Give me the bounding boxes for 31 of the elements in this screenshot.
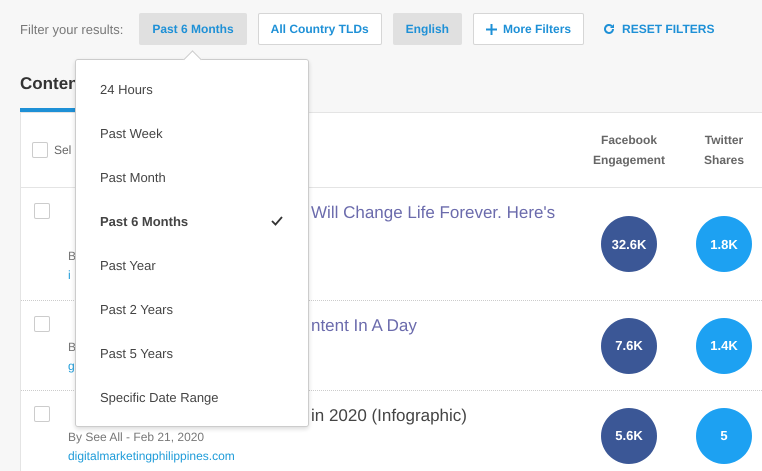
facebook-engagement-badge: 5.6K bbox=[601, 408, 657, 464]
menu-item[interactable]: Past 2 Years bbox=[76, 287, 308, 331]
menu-item[interactable]: Past Month bbox=[76, 155, 308, 199]
article-title[interactable]: in 2020 (Infographic) bbox=[311, 406, 467, 426]
byline: By See All - Feb 21, 2020 bbox=[68, 430, 204, 444]
filter-label: Filter your results: bbox=[20, 22, 124, 36]
byline: B bbox=[68, 249, 76, 263]
checkbox[interactable] bbox=[34, 316, 50, 332]
column-header: Facebook Engagement bbox=[592, 132, 666, 169]
checkbox[interactable] bbox=[34, 406, 50, 422]
checkbox[interactable] bbox=[34, 203, 50, 219]
menu-item[interactable]: Past 5 Years bbox=[76, 331, 308, 375]
menu-item[interactable]: Past 6 Months bbox=[76, 199, 308, 243]
check-icon bbox=[271, 216, 283, 226]
menu-item[interactable]: 24 Hours bbox=[76, 67, 308, 111]
menu-item[interactable]: Specific Date Range bbox=[76, 375, 308, 419]
article-title[interactable]: ntent In A Day bbox=[311, 316, 417, 336]
menu-item[interactable]: Past Year bbox=[76, 243, 308, 287]
twitter-shares-badge: 1.4K bbox=[696, 318, 752, 374]
menu-item[interactable]: Past Week bbox=[76, 111, 308, 155]
facebook-engagement-badge: 7.6K bbox=[601, 318, 657, 374]
select-all-label: Sel bbox=[54, 143, 72, 157]
checkbox[interactable] bbox=[32, 142, 48, 158]
twitter-shares-badge: 1.8K bbox=[696, 216, 752, 272]
article-title[interactable]: Will Change Life Forever. Here's bbox=[311, 203, 556, 223]
refresh-icon bbox=[603, 23, 616, 35]
facebook-engagement-badge: 32.6K bbox=[601, 216, 657, 272]
plus-icon bbox=[486, 24, 498, 34]
twitter-shares-badge: 5 bbox=[696, 408, 752, 464]
byline: B bbox=[68, 340, 76, 354]
column-header: Twitter Shares bbox=[702, 132, 746, 169]
